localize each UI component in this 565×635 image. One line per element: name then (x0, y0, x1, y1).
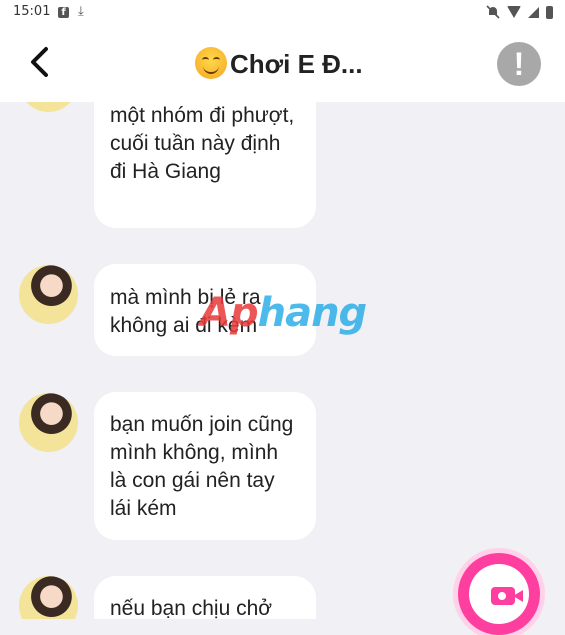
message-list[interactable]: một nhóm đi phượt, cuối tuần này định đi… (0, 102, 565, 619)
status-bar: 15:01 f ⤓ (0, 0, 565, 26)
download-icon: ⤓ (78, 4, 84, 19)
message-bubble: một nhóm đi phượt, cuối tuần này định đi… (94, 102, 316, 228)
back-chevron-icon[interactable] (28, 46, 52, 78)
message-bubble: mà mình bị lẻ ra không ai đi kèm (94, 264, 316, 356)
signal-icon (528, 6, 539, 18)
message-text: nếu bạn chịu chở (110, 597, 273, 619)
wifi-icon (507, 6, 521, 18)
avatar[interactable] (19, 576, 78, 619)
mute-icon (486, 5, 500, 19)
smiling-face-emoji-icon (195, 47, 227, 79)
avatar[interactable] (19, 265, 78, 324)
message-text: mà mình bị lẻ ra không ai đi kèm (110, 286, 261, 337)
video-call-button-inner (469, 564, 529, 624)
report-exclamation-icon[interactable]: ! (497, 42, 541, 86)
message-text: bạn muốn join cũng mình không, mình là c… (110, 413, 294, 520)
avatar[interactable] (19, 393, 78, 452)
facebook-notification-icon: f (58, 7, 69, 18)
video-call-button[interactable] (458, 553, 540, 635)
status-icons (486, 5, 553, 19)
status-time: 15:01 (13, 4, 51, 19)
message-text: một nhóm đi phượt, cuối tuần này định đi… (110, 104, 295, 183)
video-camera-dot-icon (498, 592, 506, 600)
avatar[interactable] (19, 102, 78, 112)
chat-header: Chơi E Đ... ! (0, 26, 565, 102)
chat-title-text: Chơi E Đ... (230, 49, 363, 79)
message-bubble: nếu bạn chịu chở (94, 576, 316, 619)
message-bubble: bạn muốn join cũng mình không, mình là c… (94, 392, 316, 540)
video-camera-lens-icon (513, 590, 523, 602)
chat-title: Chơi E Đ... (195, 47, 363, 80)
battery-icon (546, 5, 553, 19)
